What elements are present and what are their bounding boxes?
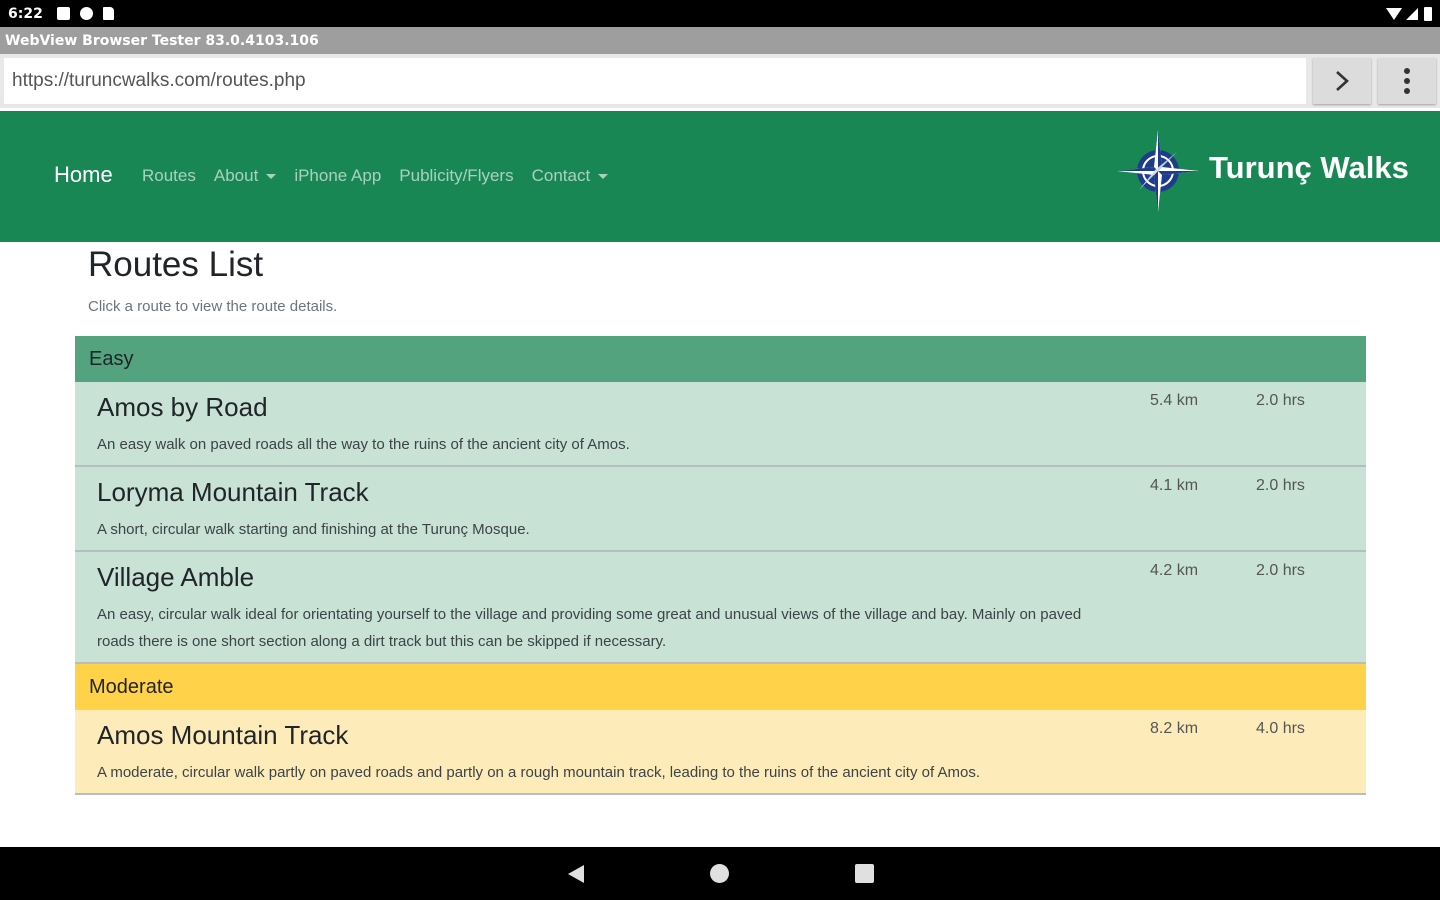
route-item[interactable]: Amos by Road 5.4 km 2.0 hrs An easy walk… [75,382,1366,467]
nav-link-publicity-flyers[interactable]: Publicity/Flyers [399,166,513,186]
route-distance: 5.4 km [1150,392,1199,409]
site-name[interactable]: Turunç Walks [1209,150,1409,186]
group-header: Easy [75,336,1366,382]
route-group-moderate: Moderate Amos Mountain Track 8.2 km 4.0 … [75,664,1366,795]
page-subtitle: Click a route to view the route details. [88,298,338,315]
route-description: An easy, circular walk ideal for orienta… [97,606,1082,650]
route-item[interactable]: Loryma Mountain Track 4.1 km 2.0 hrs A s… [75,467,1366,552]
compass-rose-icon[interactable] [1115,128,1201,214]
battery-icon [1424,6,1432,21]
caret-down-icon [266,173,277,179]
route-duration: 4.0 hrs [1256,720,1305,737]
wifi-icon [1386,7,1402,20]
route-distance: 8.2 km [1150,720,1199,737]
page-title: Routes List [88,245,264,284]
route-duration: 2.0 hrs [1256,392,1305,409]
nav-link-label: iPhone App [294,166,382,185]
nav-home-link[interactable]: Home [54,162,113,188]
route-description: An easy walk on paved roads all the way … [97,436,630,453]
status-time: 6:22 [8,5,43,22]
nav-link-iphone-app[interactable]: iPhone App [294,166,381,186]
app-title-bar: WebView Browser Tester 83.0.4103.106 [0,27,1440,54]
group-header: Moderate [75,664,1366,710]
overflow-menu-button[interactable] [1378,58,1436,104]
nav-link-about[interactable]: About [213,166,277,186]
nav-link-label: Publicity/Flyers [399,166,514,185]
notification-icon [56,7,70,20]
route-duration: 2.0 hrs [1256,477,1305,494]
route-duration: 2.0 hrs [1256,562,1305,579]
route-item[interactable]: Village Amble 4.2 km 2.0 hrs An easy, ci… [75,552,1366,664]
caret-down-icon [598,173,609,179]
nav-link-contact[interactable]: Contact [532,166,609,186]
group-header-label: Easy [89,347,134,370]
nav-link-label: About [213,166,259,185]
nav-links: Routes About iPhone App Publicity/Flyers… [142,166,609,186]
url-input[interactable] [4,58,1306,104]
route-group-easy: Easy Amos by Road 5.4 km 2.0 hrs An easy… [75,336,1366,664]
route-distance: 4.1 km [1150,477,1199,494]
status-bar: 6:22 [0,0,1440,27]
route-item[interactable]: Amos Mountain Track 8.2 km 4.0 hrs A mod… [75,710,1366,795]
nav-link-routes[interactable]: Routes [142,166,196,186]
nav-link-label: Contact [531,166,591,185]
url-bar [0,54,1440,108]
routes-list: Easy Amos by Road 5.4 km 2.0 hrs An easy… [75,336,1366,795]
nav-link-label: Routes [142,166,196,185]
cell-signal-icon [1406,7,1418,20]
route-description: A moderate, circular walk partly on pave… [97,764,980,781]
sd-card-icon [102,7,114,20]
recents-square-icon[interactable] [855,864,874,883]
chevron-right-icon [1336,71,1349,91]
back-triangle-icon[interactable] [566,864,586,884]
route-distance: 4.2 km [1150,562,1199,579]
go-button[interactable] [1313,58,1371,104]
more-vertical-icon [1404,68,1410,94]
app-title: WebView Browser Tester 83.0.4103.106 [5,32,319,49]
notification-app-icon [79,7,93,20]
group-header-label: Moderate [89,675,174,698]
route-description: A short, circular walk starting and fini… [97,521,530,538]
home-circle-icon[interactable] [710,864,729,883]
